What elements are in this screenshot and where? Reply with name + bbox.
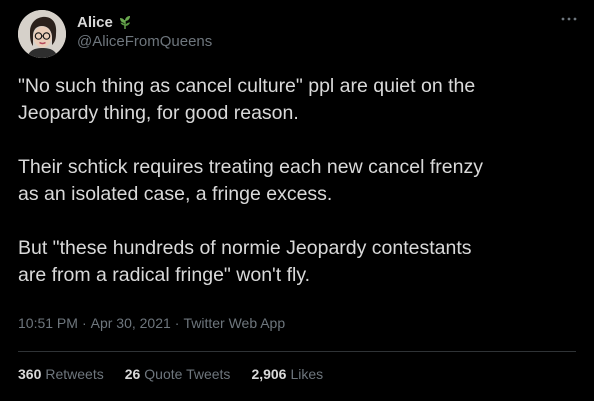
divider (18, 351, 576, 352)
retweets-stat[interactable]: 360 Retweets (18, 366, 104, 382)
tweet-card: Alice @AliceFromQueens "No such thing as… (0, 0, 594, 401)
retweets-label: Retweets (45, 366, 104, 382)
tweet-header: Alice @AliceFromQueens (18, 10, 212, 58)
tweet-date[interactable]: Apr 30, 2021 (91, 315, 171, 331)
tweet-text: "No such thing as cancel culture" ppl ar… (18, 73, 578, 316)
herb-icon (117, 14, 133, 30)
tweet-paragraph: "No such thing as cancel culture" ppl ar… (18, 75, 476, 124)
likes-label: Likes (290, 366, 324, 382)
likes-stat[interactable]: 2,906 Likes (251, 366, 323, 382)
more-options-icon[interactable] (558, 12, 580, 26)
retweets-count: 360 (18, 366, 42, 382)
name-row: Alice (77, 13, 212, 31)
tweet-meta: 10:51 PM · Apr 30, 2021 · Twitter Web Ap… (18, 315, 285, 331)
author-display-name[interactable]: Alice (77, 14, 113, 31)
tweet-paragraph: Their schtick requires treating each new… (18, 156, 483, 205)
quotes-label: Quote Tweets (144, 366, 231, 382)
quote-tweets-stat[interactable]: 26 Quote Tweets (125, 366, 231, 382)
author-names: Alice @AliceFromQueens (77, 13, 212, 51)
meta-separator: · (174, 315, 180, 331)
tweet-stats: 360 Retweets 26 Quote Tweets 2,906 Likes (18, 366, 344, 382)
meta-separator: · (81, 315, 87, 331)
avatar-photo-icon (18, 10, 66, 58)
tweet-paragraph: But "these hundreds of normie Jeopardy c… (18, 237, 472, 286)
avatar[interactable] (18, 10, 66, 58)
tweet-time[interactable]: 10:51 PM (18, 315, 78, 331)
likes-count: 2,906 (251, 366, 287, 382)
tweet-source[interactable]: Twitter Web App (183, 315, 285, 331)
author-handle[interactable]: @AliceFromQueens (77, 33, 212, 50)
quotes-count: 26 (124, 366, 141, 382)
